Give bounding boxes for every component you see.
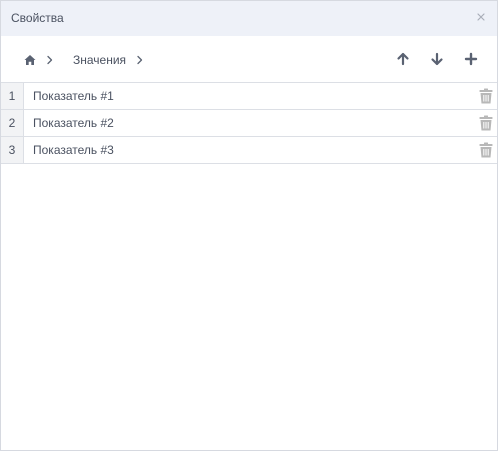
close-icon[interactable] [474, 10, 488, 24]
row-index: 2 [1, 110, 24, 136]
row-index: 3 [1, 137, 24, 163]
trash-icon[interactable] [479, 115, 493, 131]
arrow-up-icon [397, 52, 409, 66]
table-row[interactable]: 2 Показатель #2 [1, 110, 497, 137]
dialog-titlebar: Свойства [1, 1, 497, 36]
table-row[interactable]: 3 Показатель #3 [1, 137, 497, 164]
trash-icon[interactable] [479, 88, 493, 104]
toolbar: Значения [1, 36, 497, 82]
row-index: 1 [1, 83, 24, 109]
home-icon[interactable] [24, 53, 36, 65]
table-row[interactable]: 1 Показатель #1 [1, 83, 497, 110]
trash-icon[interactable] [479, 142, 493, 158]
add-button[interactable] [464, 52, 478, 66]
properties-dialog: Свойства Значения 1 Показатель #1 2 Пока… [0, 0, 498, 451]
values-table: 1 Показатель #1 2 Показатель #2 3 Показа… [1, 82, 497, 164]
breadcrumb-item-values[interactable]: Значения [73, 53, 126, 67]
chevron-right-icon [136, 53, 144, 65]
row-label[interactable]: Показатель #3 [33, 137, 114, 163]
arrow-down-icon [431, 52, 443, 66]
move-down-button[interactable] [430, 52, 444, 66]
row-label[interactable]: Показатель #1 [33, 83, 114, 109]
plus-icon [464, 52, 478, 66]
move-up-button[interactable] [396, 52, 410, 66]
row-label[interactable]: Показатель #2 [33, 110, 114, 136]
dialog-title: Свойства [11, 11, 64, 25]
chevron-right-icon [46, 53, 54, 65]
